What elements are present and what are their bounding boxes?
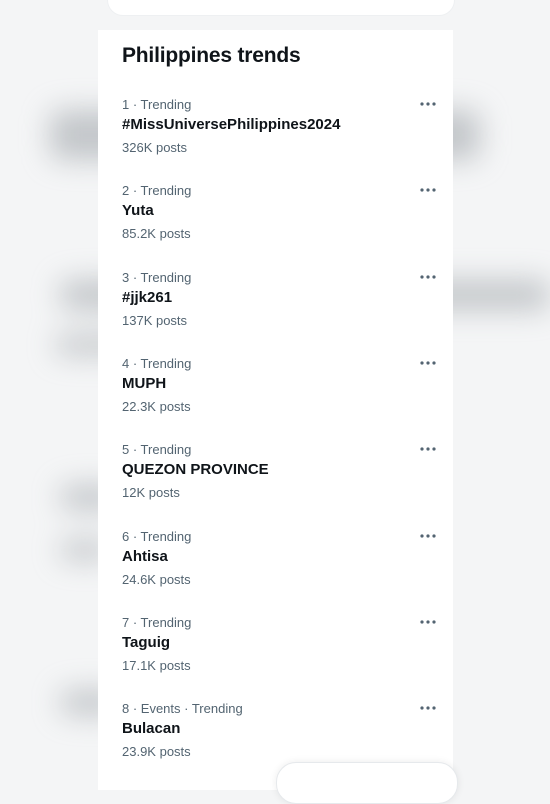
trend-item[interactable]: 1 · Trending #MissUniversePhilippines202… [98,97,453,183]
trend-item[interactable]: 3 · Trending #jjk261 137K posts [98,270,453,356]
more-options-button[interactable] [417,440,439,458]
more-horizontal-icon [420,102,436,106]
trend-name: Ahtisa [122,548,168,565]
trend-meta: 6 · Trending [122,529,192,544]
trend-item[interactable]: 4 · Trending MUPH 22.3K posts [98,356,453,442]
trend-name: #jjk261 [122,289,173,306]
trend-item[interactable]: 5 · Trending QUEZON PROVINCE 12K posts [98,442,453,528]
trend-name: #MissUniversePhilippines2024 [122,116,341,133]
more-options-button[interactable] [417,527,439,545]
more-options-button[interactable] [417,699,439,717]
trend-post-count: 326K posts [122,140,188,155]
trend-item[interactable]: 6 · Trending Ahtisa 24.6K posts [98,529,453,615]
trend-post-count: 17.1K posts [122,658,191,673]
trend-name: Bulacan [122,720,181,737]
trend-name: MUPH [122,375,167,392]
more-horizontal-icon [420,706,436,710]
floating-pill[interactable] [276,762,458,804]
previous-card [107,0,455,16]
trend-meta: 5 · Trending [122,442,192,457]
trend-post-count: 137K posts [122,313,188,328]
trend-name: QUEZON PROVINCE [122,461,269,478]
panel-title: Philippines trends [122,44,301,67]
more-options-button[interactable] [417,613,439,631]
trend-post-count: 23.9K posts [122,744,191,759]
more-horizontal-icon [420,534,436,538]
trend-meta: 3 · Trending [122,270,192,285]
more-options-button[interactable] [417,181,439,199]
trend-post-count: 24.6K posts [122,572,191,587]
more-horizontal-icon [420,188,436,192]
trends-panel: Philippines trends 1 · Trending #MissUni… [98,30,453,790]
more-options-button[interactable] [417,268,439,286]
trend-name: Yuta [122,202,154,219]
more-horizontal-icon [420,361,436,365]
more-options-button[interactable] [417,354,439,372]
trend-meta: 1 · Trending [122,97,192,112]
trend-item[interactable]: 7 · Trending Taguig 17.1K posts [98,615,453,701]
trend-item[interactable]: 2 · Trending Yuta 85.2K posts [98,183,453,269]
more-horizontal-icon [420,447,436,451]
trend-meta: 2 · Trending [122,183,192,198]
trend-post-count: 12K posts [122,485,180,500]
more-options-button[interactable] [417,95,439,113]
trend-post-count: 85.2K posts [122,226,191,241]
trend-meta: 8 · Events · Trending [122,701,243,716]
more-horizontal-icon [420,620,436,624]
trend-post-count: 22.3K posts [122,399,191,414]
trend-meta: 4 · Trending [122,356,192,371]
trend-meta: 7 · Trending [122,615,192,630]
trend-name: Taguig [122,634,171,651]
more-horizontal-icon [420,275,436,279]
